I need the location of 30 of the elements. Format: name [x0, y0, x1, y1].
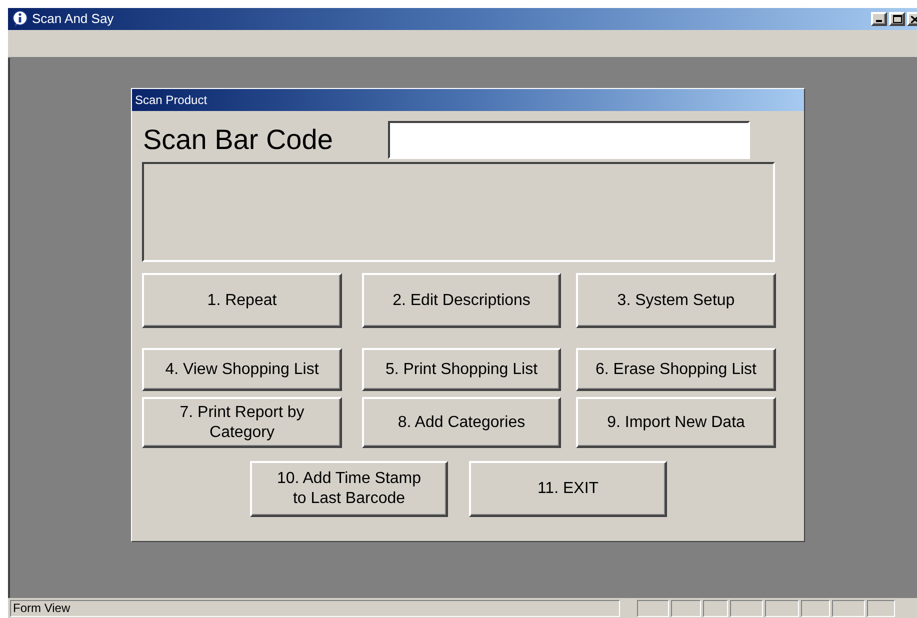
status-panel [765, 600, 799, 616]
menu-button[interactable]: 10. Add Time Stamp to Last Barcode [250, 461, 448, 517]
menu-button[interactable]: 11. EXIT [469, 461, 667, 517]
status-text: Form View [10, 600, 620, 616]
menu-button[interactable]: 3. System Setup [576, 273, 776, 328]
status-panel [867, 600, 895, 616]
maximize-button[interactable] [889, 12, 905, 26]
minimize-icon [876, 20, 882, 22]
menu-button[interactable]: 6. Erase Shopping List [576, 348, 776, 391]
window-title: Scan And Say [32, 10, 114, 28]
menu-button[interactable]: 5. Print Shopping List [362, 348, 561, 391]
menu-button[interactable]: 8. Add Categories [362, 397, 561, 448]
menu-button[interactable]: 9. Import New Data [576, 397, 776, 448]
status-panel [703, 600, 728, 616]
maximize-icon [892, 15, 902, 23]
menu-button[interactable]: 2. Edit Descriptions [362, 273, 561, 328]
info-icon [12, 10, 28, 28]
status-panel [832, 600, 865, 616]
minimize-button[interactable] [871, 12, 887, 26]
scan-label: Scan Bar Code [143, 123, 334, 157]
status-panel [801, 600, 830, 616]
barcode-field[interactable] [388, 121, 750, 159]
form-title: Scan Product [135, 92, 208, 109]
close-icon [911, 16, 917, 22]
menu-button[interactable]: 1. Repeat [142, 273, 342, 328]
status-panel [671, 600, 701, 616]
menu-button[interactable]: 4. View Shopping List [142, 348, 342, 391]
status-panel [730, 600, 763, 616]
status-panel [637, 600, 669, 616]
menu-button[interactable]: 7. Print Report by Category [142, 397, 342, 448]
